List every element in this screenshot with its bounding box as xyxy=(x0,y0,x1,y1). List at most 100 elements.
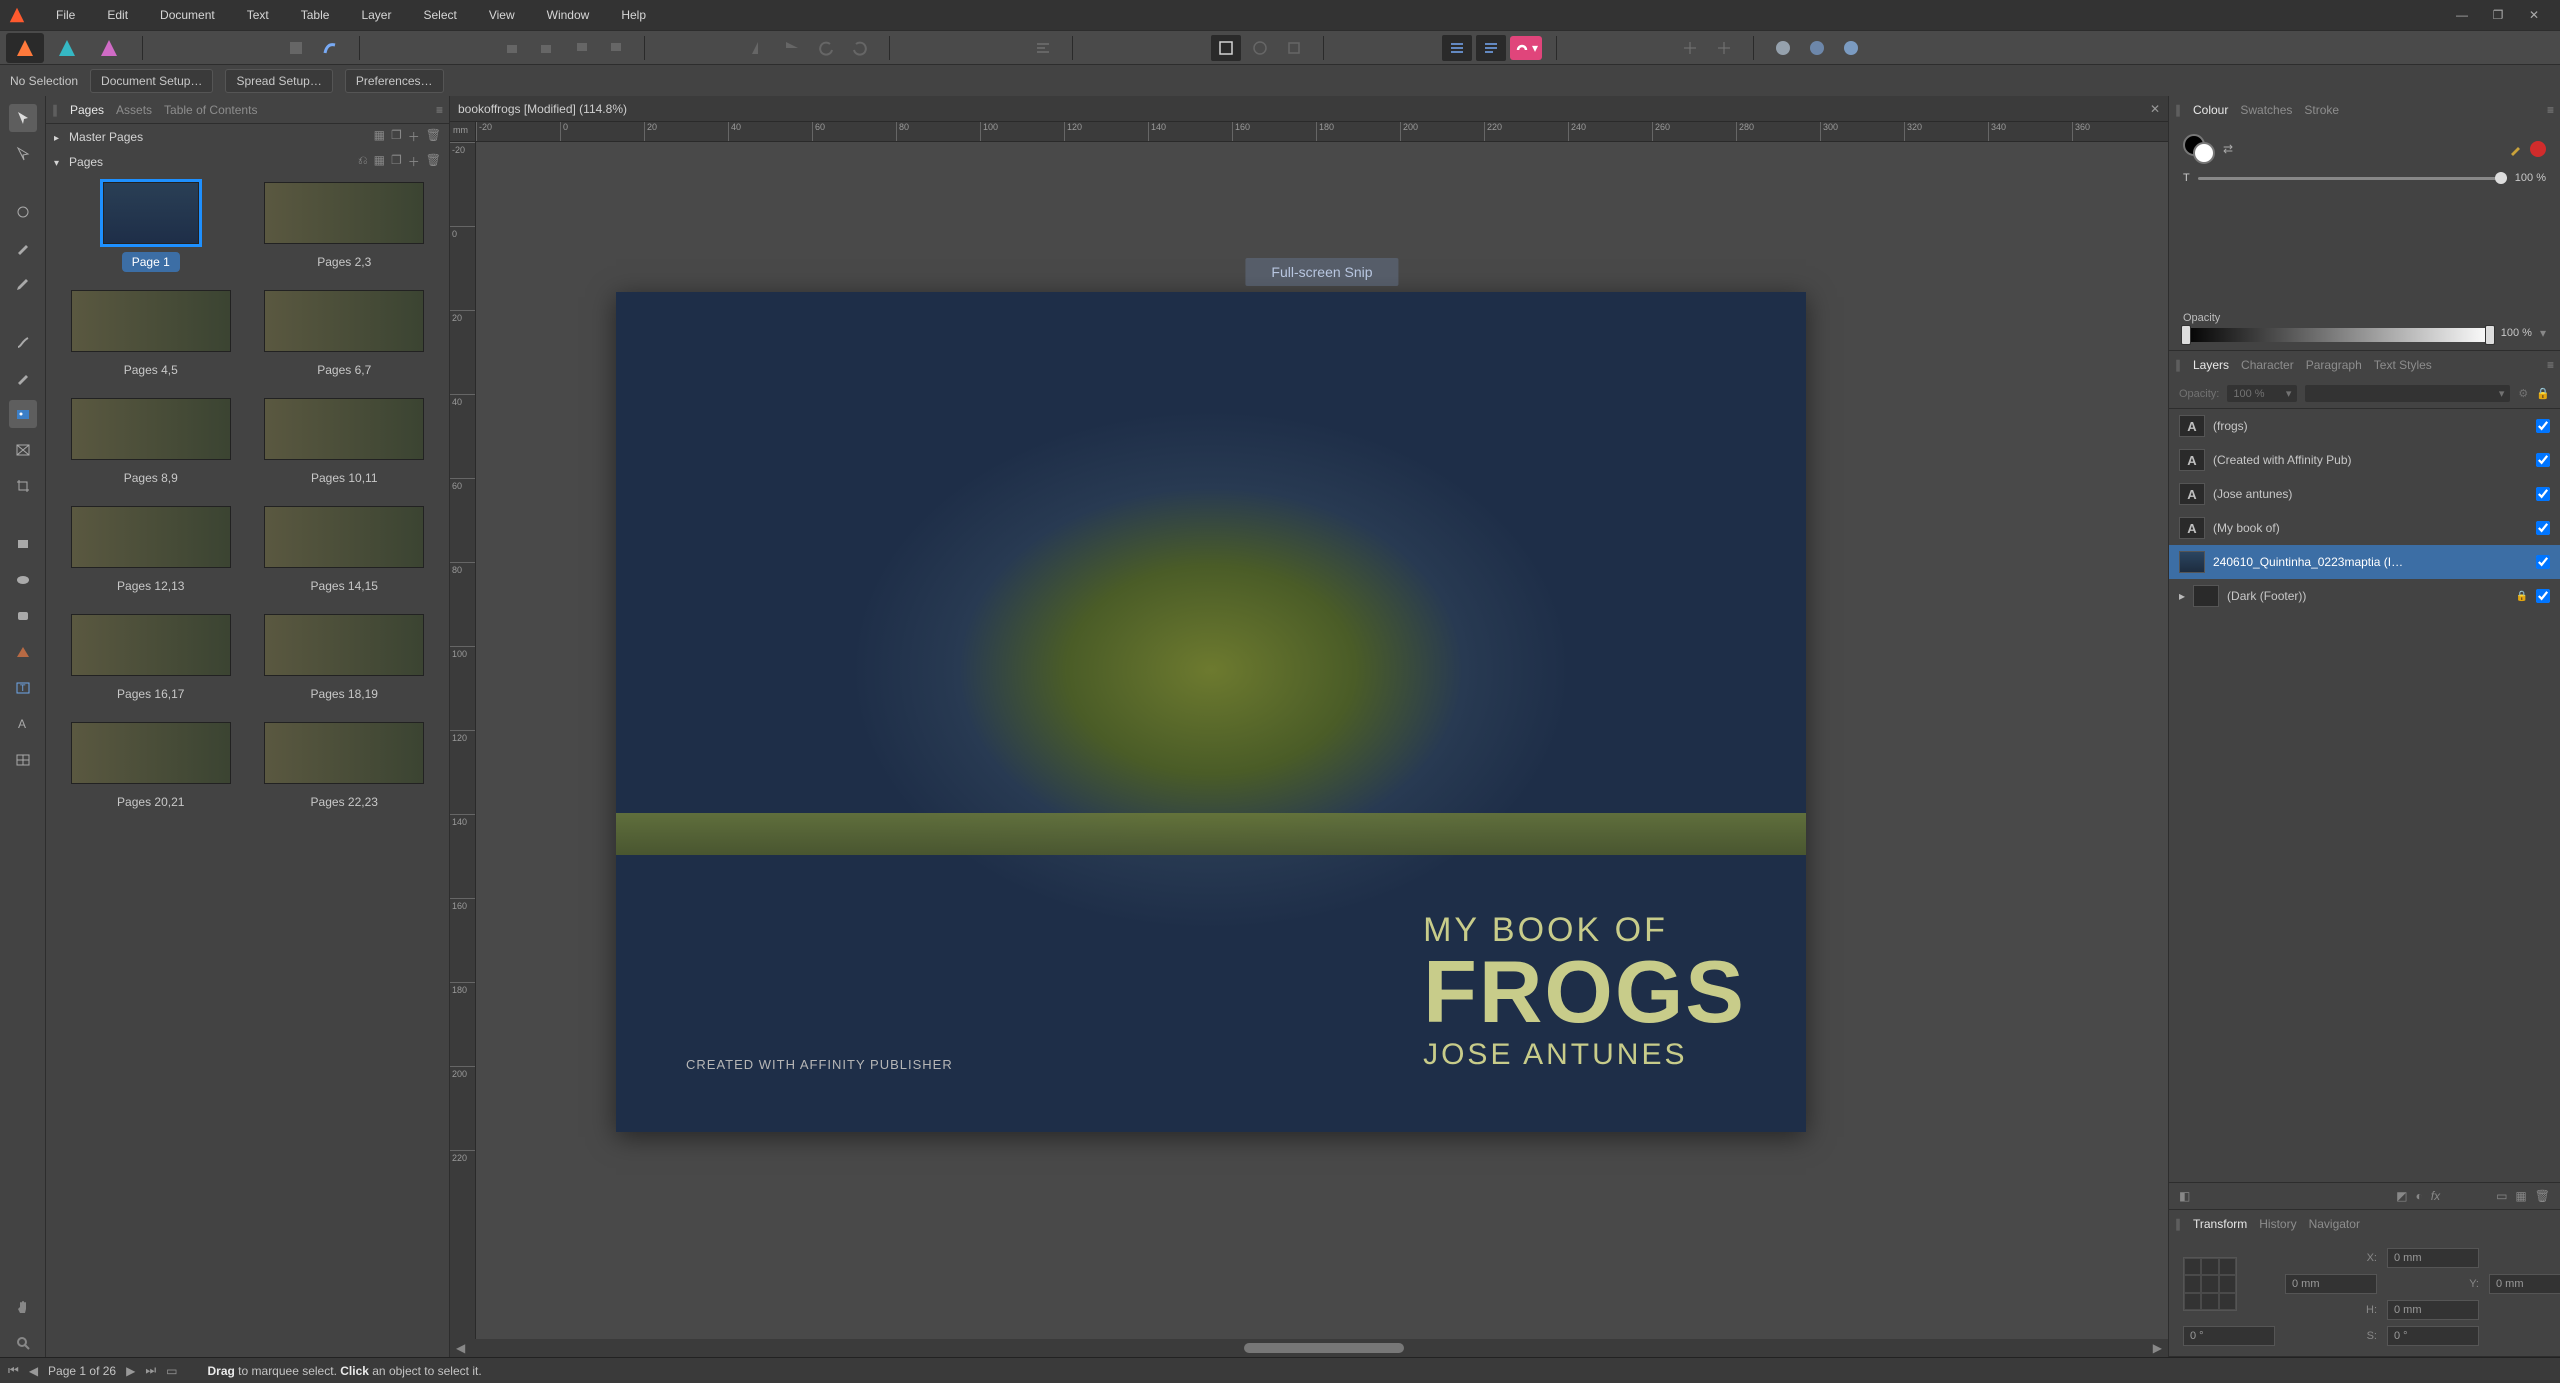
menu-window[interactable]: Window xyxy=(531,2,606,28)
tab-assets[interactable]: Assets xyxy=(116,103,152,117)
master-pages-header[interactable]: Master Pages ▦ ❐ ＋ 🗑 xyxy=(46,124,449,149)
frame-text-tool-icon[interactable]: T xyxy=(9,674,37,702)
transform-x-input[interactable] xyxy=(2387,1248,2479,1268)
page-thumbnail[interactable] xyxy=(264,182,424,244)
pages-del-icon[interactable]: 🗑 xyxy=(426,153,441,170)
vertical-ruler[interactable]: -20020406080100120140160180200220 xyxy=(450,142,476,1339)
tab-colour[interactable]: Colour xyxy=(2193,103,2228,117)
rotate-ccw-icon[interactable] xyxy=(811,35,841,61)
horizontal-scrollbar[interactable]: ◀ ▶ xyxy=(450,1339,2168,1357)
menu-file[interactable]: File xyxy=(40,2,91,28)
menu-text[interactable]: Text xyxy=(231,2,285,28)
cover-credit[interactable]: CREATED WITH AFFINITY PUBLISHER xyxy=(686,1057,953,1072)
window-minimize-icon[interactable]: — xyxy=(2444,3,2480,27)
layer-lock-icon[interactable]: 🔒 xyxy=(2536,387,2550,400)
order-front-icon[interactable] xyxy=(600,35,630,61)
layer-expand-icon[interactable]: ▸ xyxy=(2179,589,2185,603)
layer-visibility-checkbox[interactable] xyxy=(2536,419,2550,433)
flip-v-icon[interactable] xyxy=(777,35,807,61)
scroll-left-icon[interactable]: ◀ xyxy=(450,1341,471,1355)
page-thumbnail[interactable] xyxy=(71,290,231,352)
page-next-icon[interactable]: ▶ xyxy=(126,1364,135,1378)
master-dup-icon[interactable]: ❐ xyxy=(391,128,402,145)
tab-paragraph[interactable]: Paragraph xyxy=(2306,358,2362,372)
opacity-stop-left[interactable] xyxy=(2181,325,2191,345)
adjustment-layer-icon[interactable]: ◐ xyxy=(2415,1189,2422,1203)
page-spread-view-icon[interactable]: ▭ xyxy=(166,1364,177,1378)
table-tool-icon[interactable] xyxy=(9,746,37,774)
spread-setup-button[interactable]: Spread Setup… xyxy=(225,69,332,93)
layer-visibility-checkbox[interactable] xyxy=(2536,555,2550,569)
menu-edit[interactable]: Edit xyxy=(91,2,144,28)
page-thumbnail[interactable] xyxy=(103,182,199,244)
cover-title-block[interactable]: MY BOOK OF FROGS JOSE ANTUNES xyxy=(1423,911,1746,1072)
page-thumbnail[interactable] xyxy=(71,506,231,568)
preview-normal-icon[interactable] xyxy=(1211,35,1241,61)
add-layer-icon[interactable]: ▭ xyxy=(2496,1189,2507,1203)
pages-view-opts-icon[interactable]: ⎌ xyxy=(358,153,368,170)
window-restore-icon[interactable]: ❐ xyxy=(2480,3,2516,27)
transform-y-input[interactable] xyxy=(2489,1274,2560,1294)
cover-line2[interactable]: FROGS xyxy=(1423,950,1746,1034)
layer-row[interactable]: A(My book of) xyxy=(2169,511,2560,545)
layer-row[interactable]: A(Created with Affinity Pub) xyxy=(2169,443,2560,477)
zoom-tool-icon[interactable] xyxy=(9,1329,37,1357)
page-thumbnail[interactable] xyxy=(71,398,231,460)
tab-pages[interactable]: Pages xyxy=(70,103,104,117)
sphere2-icon[interactable] xyxy=(1802,35,1832,61)
tab-history[interactable]: History xyxy=(2259,1217,2296,1231)
page-thumbnail[interactable] xyxy=(264,398,424,460)
panel-menu-icon[interactable]: ≡ xyxy=(436,103,443,117)
tab-stroke[interactable]: Stroke xyxy=(2304,103,2339,117)
transform-anchor-grid[interactable] xyxy=(2183,1257,2237,1311)
page-spread[interactable]: MY BOOK OF FROGS JOSE ANTUNES CREATED WI… xyxy=(616,292,1806,1132)
layer-visibility-checkbox[interactable] xyxy=(2536,487,2550,501)
persona-designer-icon[interactable] xyxy=(48,33,86,63)
flip-h-icon[interactable] xyxy=(743,35,773,61)
master-add-icon[interactable]: ＋ xyxy=(408,128,420,145)
sphere3-icon[interactable] xyxy=(1836,35,1866,61)
canvas-viewport[interactable]: MY BOOK OF FROGS JOSE ANTUNES CREATED WI… xyxy=(476,142,2168,1339)
vector-brush-tool-icon[interactable] xyxy=(9,328,37,356)
page-thumbnail[interactable] xyxy=(71,614,231,676)
tab-layers[interactable]: Layers xyxy=(2193,358,2229,372)
colour-panel-menu-icon[interactable]: ≡ xyxy=(2547,103,2554,117)
panel-handle-icon[interactable]: ∥ xyxy=(2175,358,2181,372)
order-back-icon[interactable] xyxy=(498,35,528,61)
menu-layer[interactable]: Layer xyxy=(345,2,407,28)
triangle-tool-icon[interactable] xyxy=(9,638,37,666)
transform-s-input[interactable] xyxy=(2387,1326,2479,1346)
menu-view[interactable]: View xyxy=(473,2,531,28)
colour-picker-icon[interactable] xyxy=(2508,141,2524,157)
swap-fill-stroke-icon[interactable]: ⇄ xyxy=(2223,142,2233,156)
tint-slider[interactable] xyxy=(2198,177,2507,180)
layer-locked-icon[interactable]: 🔒 xyxy=(2516,591,2528,602)
view-tool-hand-icon[interactable] xyxy=(9,1293,37,1321)
document-tab[interactable]: bookoffrogs [Modified] (114.8%) xyxy=(458,102,627,116)
opacity-gradient[interactable] xyxy=(2183,328,2493,342)
edit-all-layers-icon[interactable]: ◧ xyxy=(2179,1189,2190,1203)
menu-document[interactable]: Document xyxy=(144,2,231,28)
layers-list[interactable]: A(frogs)A(Created with Affinity Pub)A(Jo… xyxy=(2169,409,2560,1182)
page-first-icon[interactable]: ⏮ xyxy=(8,1363,19,1378)
sphere1-icon[interactable] xyxy=(1768,35,1798,61)
cover-author[interactable]: JOSE ANTUNES xyxy=(1423,1038,1746,1072)
rounded-rect-tool-icon[interactable] xyxy=(9,602,37,630)
page-thumbnails-list[interactable]: Page 1Pages 2,3Pages 4,5Pages 6,7Pages 8… xyxy=(46,174,449,1357)
node-tool-icon[interactable] xyxy=(9,140,37,168)
layer-cog-icon[interactable]: ⚙ xyxy=(2518,387,2528,400)
rectangle-tool-icon[interactable] xyxy=(9,530,37,558)
layer-row[interactable]: A(frogs) xyxy=(2169,409,2560,443)
menu-help[interactable]: Help xyxy=(605,2,662,28)
snapping-toggle[interactable]: ▾ xyxy=(1510,36,1542,60)
pages-section-header[interactable]: Pages ⎌ ▦ ❐ ＋ 🗑 xyxy=(46,149,449,174)
page-thumbnail[interactable] xyxy=(264,722,424,784)
horizontal-ruler[interactable]: -200204060801001201401601802002202402602… xyxy=(476,122,2168,142)
page-thumbnail[interactable] xyxy=(264,614,424,676)
preview-clip-icon[interactable] xyxy=(1245,35,1275,61)
mask-layer-icon[interactable]: ◩ xyxy=(2396,1189,2407,1203)
crop-tool-icon[interactable] xyxy=(9,472,37,500)
text-flow-icon[interactable] xyxy=(1476,35,1506,61)
tab-textstyles[interactable]: Text Styles xyxy=(2374,358,2432,372)
scroll-right-icon[interactable]: ▶ xyxy=(2147,1341,2168,1355)
